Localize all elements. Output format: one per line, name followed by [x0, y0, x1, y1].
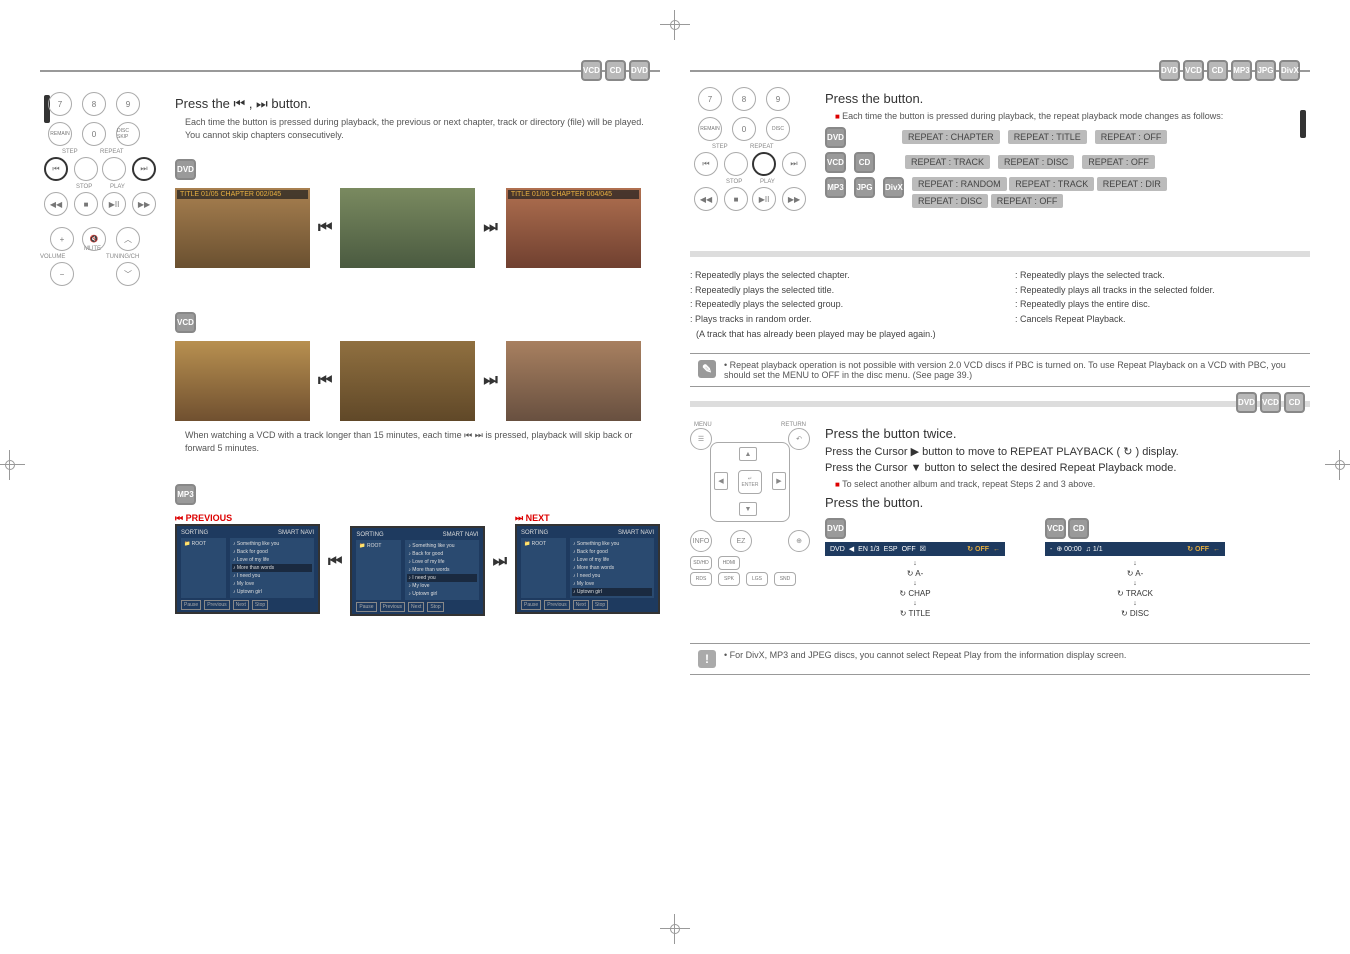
info-button[interactable]: INFO [690, 530, 712, 552]
repeat-diagram-cd: VCD CD - ⊕ 00:00 ♫ 1/1 ↻ OFF ← ↓ ↻ A- ↓ … [1045, 518, 1225, 618]
cursor-left[interactable]: ◀ [714, 472, 728, 490]
thumbnail-current [340, 188, 475, 268]
repeat-diagram-dvd: DVD DVD ◀ EN 1/3 ESP OFF ☒ ↻ OFF ← ↓ ↻ A… [825, 518, 1005, 618]
repeat-label: REPEAT : OFF [1095, 130, 1168, 144]
registration-mark [660, 10, 690, 40]
repeat-button[interactable] [752, 152, 776, 176]
thumbnail-next: TITLE 01/05 CHAPTER 004/045 [506, 188, 641, 268]
format-icon: VCD [1045, 518, 1066, 539]
repeat-label: REPEAT : DISC [912, 194, 988, 208]
left-page: VCD CD DVD 7 8 9 REMAIN 0 DISC SKIP STEP… [40, 70, 660, 890]
fb-prev-label: ⏮ PREVIOUS [175, 513, 320, 524]
repeat-label: REPEAT : OFF [991, 194, 1064, 208]
caution-icon: ! [698, 650, 716, 668]
caution-box: ! • For DivX, MP3 and JPEG discs, you ca… [690, 643, 1310, 675]
format-icon: VCD [175, 312, 196, 333]
next-button[interactable]: ⏭ [132, 157, 156, 181]
format-icon: MP3 [1231, 60, 1252, 81]
format-icon: VCD [1260, 392, 1281, 413]
repeat-label: REPEAT : RANDOM [912, 177, 1007, 191]
thumbnail-anim-3 [506, 341, 641, 421]
format-icon: CD [605, 60, 626, 81]
format-icon: VCD [581, 60, 602, 81]
format-icon: DVD [629, 60, 650, 81]
remote-diagram: 7 8 9 REMAIN 0 DISC STEP REPEAT ⏮ ⏭ STOP… [690, 87, 810, 237]
repeat-step-title: Press the button. [825, 91, 1310, 106]
repeat-label: REPEAT : OFF [1082, 155, 1155, 169]
format-icon: DVD [1236, 392, 1257, 413]
format-icon: JPG [854, 177, 875, 198]
format-icon: VCD [825, 152, 846, 173]
registration-mark [660, 914, 690, 944]
format-icon: MP3 [825, 177, 846, 198]
format-icon: CD [1068, 518, 1089, 539]
format-icon: MP3 [175, 484, 196, 505]
section-divider: DVD VCD CD [690, 401, 1310, 407]
cursor-up[interactable]: ▲ [739, 447, 757, 461]
step-3-sub: To select another album and track, repea… [835, 478, 1310, 491]
section-divider [690, 251, 1310, 257]
repeat-label: REPEAT : DISC [998, 155, 1074, 169]
thumbnail-prev: TITLE 01/05 CHAPTER 002/045 [175, 188, 310, 268]
format-icon: DVD [175, 159, 196, 180]
format-icon: CD [1284, 392, 1305, 413]
thumbnail-anim-2 [340, 341, 475, 421]
file-browser-current: SORTINGSMART NAVI 📁 ROOT ♪ Something lik… [350, 526, 484, 616]
right-page: DVD VCD CD MP3 JPG DivX 7 8 9 REMAIN 0 D… [690, 70, 1310, 890]
note-icon: ✎ [698, 360, 716, 378]
next-arrow-icon: ⏭ [493, 553, 507, 571]
format-icon: DivX [883, 177, 904, 198]
enter-button[interactable]: ↵ENTER [738, 470, 762, 494]
format-icon: JPG [1255, 60, 1276, 81]
repeat-label: REPEAT : DIR [1097, 177, 1167, 191]
next-arrow-icon: ⏭ [483, 219, 497, 237]
prev-button[interactable]: ⏮ [44, 157, 68, 181]
format-icon: DVD [825, 518, 846, 539]
note-box: ✎ • Repeat playback operation is not pos… [690, 353, 1310, 387]
skip-desc-1: Each time the button is pressed during p… [185, 116, 660, 129]
thumbnail-anim-1 [175, 341, 310, 421]
repeat-label: REPEAT : TITLE [1008, 130, 1087, 144]
step-4-title: Press the button. [825, 495, 1310, 510]
registration-mark [1325, 450, 1350, 480]
format-icon: CD [854, 152, 875, 173]
file-browser-prev: SORTINGSMART NAVI 📁 ROOT ♪ Something lik… [175, 524, 320, 614]
format-icon: CD [1207, 60, 1228, 81]
registration-mark [0, 450, 25, 480]
definitions-grid: : Repeatedly plays the selected chapter.… [690, 267, 1310, 343]
format-icon: VCD [1183, 60, 1204, 81]
repeat-label: REPEAT : TRACK [1009, 177, 1094, 191]
cursor-pad-diagram: MENU RETURN ☰ ↶ ▲ ▼ ◀ ▶ ↵ENTER INFO EZ ⊕… [690, 422, 810, 562]
step-3-title: Press the Cursor ▼ button to select the … [825, 462, 1310, 474]
cursor-right[interactable]: ▶ [772, 472, 786, 490]
next-arrow-icon: ⏭ [483, 372, 497, 390]
prev-arrow-icon: ⏮ [318, 219, 332, 237]
vcd-note: When watching a VCD with a track longer … [185, 429, 660, 454]
divider: VCD CD DVD [40, 70, 660, 72]
step-1-title: Press the button twice. [825, 426, 1310, 441]
divider: DVD VCD CD MP3 JPG DivX [690, 70, 1310, 72]
skip-title: Press the ⏮ , ⏭ button. [175, 96, 660, 112]
cursor-down[interactable]: ▼ [739, 502, 757, 516]
remote-diagram: 7 8 9 REMAIN 0 DISC SKIP STEP REPEAT ⏮ ⏭… [40, 92, 160, 282]
skip-desc-2: You cannot skip chapters consecutively. [185, 129, 660, 142]
format-icon: DivX [1279, 60, 1300, 81]
prev-arrow-icon: ⏮ [318, 372, 332, 390]
repeat-label: REPEAT : TRACK [905, 155, 990, 169]
format-icon: DVD [1159, 60, 1180, 81]
format-icon: DVD [825, 127, 846, 148]
repeat-desc: Each time the button is pressed during p… [835, 110, 1310, 123]
fb-next-label: ⏭ NEXT [515, 513, 660, 524]
prev-arrow-icon: ⏮ [328, 553, 342, 571]
step-2-title: Press the Cursor ▶ button to move to REP… [825, 445, 1310, 458]
file-browser-next: SORTINGSMART NAVI 📁 ROOT ♪ Something lik… [515, 524, 660, 614]
repeat-label: REPEAT : CHAPTER [902, 130, 1000, 144]
